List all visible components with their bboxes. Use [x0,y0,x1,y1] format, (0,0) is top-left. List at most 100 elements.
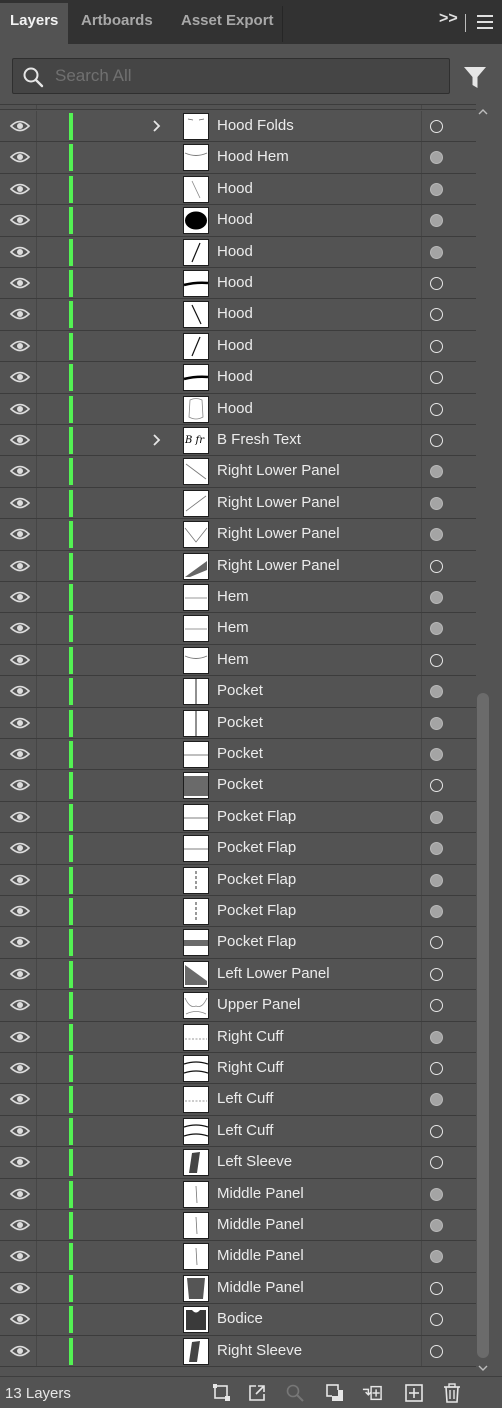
visibility-eye-icon[interactable] [4,708,36,738]
target-circle-icon[interactable] [430,496,443,510]
layer-name[interactable]: Pocket [217,745,263,762]
layer-name[interactable]: Left Sleeve [217,1153,292,1170]
target-circle-icon[interactable] [430,905,443,918]
funnel-icon[interactable] [462,64,488,90]
visibility-eye-icon[interactable] [4,833,36,863]
visibility-eye-icon[interactable] [4,331,36,361]
visibility-eye-icon[interactable] [4,488,36,518]
target-circle-icon[interactable] [430,1313,443,1327]
visibility-eye-icon[interactable] [4,1273,36,1303]
target-circle-icon[interactable] [430,528,443,542]
visibility-eye-icon[interactable] [4,174,36,204]
target-circle-icon[interactable] [430,842,443,856]
target-circle-icon[interactable] [430,622,443,636]
layer-row[interactable]: Hood [0,362,476,394]
layer-row[interactable]: Hood [0,205,476,237]
hamburger-icon[interactable] [477,15,493,29]
visibility-eye-icon[interactable] [4,1022,36,1052]
layer-row[interactable]: Hood Folds [0,111,476,143]
target-circle-icon[interactable] [430,873,443,887]
visibility-eye-icon[interactable] [4,1053,36,1083]
layer-row[interactable]: Pocket Flap [0,833,476,865]
target-circle-icon[interactable] [430,779,443,793]
layer-name[interactable]: Hood [217,305,253,322]
layer-row[interactable]: Hem [0,613,476,645]
layer-name[interactable]: Right Lower Panel [217,557,340,574]
visibility-eye-icon[interactable] [4,142,36,172]
layer-name[interactable]: Pocket [217,682,263,699]
layer-name[interactable]: Pocket [217,714,263,731]
layer-row[interactable]: Right Lower Panel [0,519,476,551]
scroll-up-arrow-icon[interactable] [477,106,489,118]
layer-row[interactable]: Pocket [0,707,476,739]
target-circle-icon[interactable] [430,748,443,761]
visibility-eye-icon[interactable] [4,896,36,926]
visibility-eye-icon[interactable] [4,1084,36,1114]
target-circle-icon[interactable] [430,277,443,290]
layer-row[interactable]: Left Sleeve [0,1147,476,1179]
visibility-eye-icon[interactable] [4,645,36,675]
layer-row[interactable]: Pocket Flap [0,896,476,928]
target-circle-icon[interactable] [430,434,443,447]
layer-row[interactable]: Right Sleeve [0,1335,476,1367]
layer-row[interactable]: Right Cuff [0,1021,476,1053]
target-circle-icon[interactable] [430,1156,443,1170]
layer-row[interactable]: Middle Panel [0,1178,476,1210]
visibility-eye-icon[interactable] [4,1147,36,1177]
target-circle-icon[interactable] [430,371,443,385]
visibility-eye-icon[interactable] [4,770,36,800]
visibility-eye-icon[interactable] [4,676,36,706]
layer-row[interactable]: Hem [0,582,476,614]
layer-row[interactable]: Right Lower Panel [0,550,476,582]
layer-name[interactable]: Right Sleeve [217,1342,302,1359]
layer-row[interactable]: Bodice [0,1304,476,1336]
target-circle-icon[interactable] [430,1219,443,1232]
target-circle-icon[interactable] [430,685,443,699]
layer-row[interactable]: Hood [0,268,476,300]
layer-name[interactable]: Pocket Flap [217,808,296,825]
layer-row[interactable]: Middle Panel [0,1241,476,1273]
visibility-eye-icon[interactable] [4,299,36,329]
layer-name[interactable]: Right Lower Panel [217,525,340,542]
target-circle-icon[interactable] [430,999,443,1013]
visibility-eye-icon[interactable] [4,1179,36,1209]
layer-name[interactable]: Pocket [217,776,263,793]
layer-row[interactable]: Pocket Flap [0,864,476,896]
visibility-eye-icon[interactable] [4,1210,36,1240]
layer-name[interactable]: B Fresh Text [217,431,301,448]
layer-name[interactable]: Left Cuff [217,1122,273,1139]
layer-name[interactable]: Hem [217,588,249,605]
tab-artboards[interactable]: Artboards [68,3,168,44]
layer-name[interactable]: Right Lower Panel [217,494,340,511]
layer-name[interactable]: Left Lower Panel [217,965,330,982]
visibility-eye-icon[interactable] [4,1336,36,1366]
target-circle-icon[interactable] [430,967,443,981]
visibility-eye-icon[interactable] [4,268,36,298]
visibility-eye-icon[interactable] [4,739,36,769]
export-selection-icon[interactable] [247,1383,267,1403]
layer-row[interactable]: Left Cuff [0,1084,476,1116]
target-circle-icon[interactable] [430,936,443,950]
layer-name[interactable]: Hood [217,243,253,260]
visibility-eye-icon[interactable] [4,456,36,486]
layer-name[interactable]: Middle Panel [217,1185,304,1202]
layer-name[interactable]: Left Cuff [217,1090,273,1107]
layer-row[interactable]: Right Lower Panel [0,487,476,520]
layer-name[interactable]: Right Cuff [217,1028,283,1045]
layer-name[interactable]: Pocket Flap [217,933,296,950]
layer-row[interactable]: Hood [0,236,476,268]
target-circle-icon[interactable] [430,716,443,730]
layer-row[interactable]: Upper Panel [0,990,476,1022]
tab-asset-export[interactable]: Asset Export [168,3,282,44]
layer-name[interactable]: Hem [217,619,249,636]
search-input[interactable] [55,63,435,89]
layer-name[interactable]: Hood [217,400,253,417]
layer-name[interactable]: Hem [217,651,249,668]
layer-row[interactable]: Middle Panel [0,1272,476,1305]
visibility-eye-icon[interactable] [4,865,36,895]
layer-name[interactable]: Right Cuff [217,1059,283,1076]
layer-row[interactable]: Hood [0,330,476,363]
target-circle-icon[interactable] [430,591,443,604]
target-circle-icon[interactable] [430,559,443,573]
visibility-eye-icon[interactable] [4,802,36,832]
